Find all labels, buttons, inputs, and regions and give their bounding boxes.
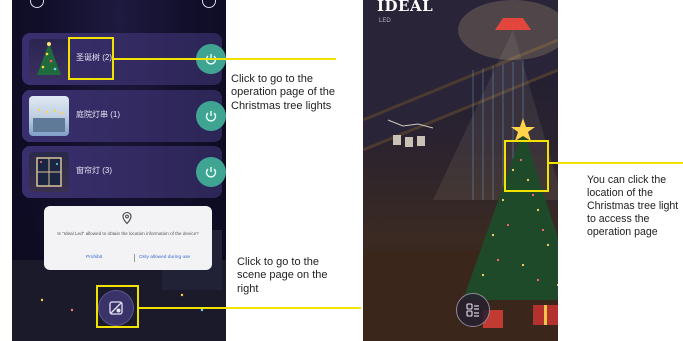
christmas-tree-thumbnail xyxy=(29,39,69,79)
callout-line-tree xyxy=(548,162,683,164)
callout-line-scene xyxy=(139,307,361,309)
menu-grid-icon xyxy=(466,303,479,317)
device-card-yard-lights[interactable]: 庭院灯串 (1) xyxy=(22,90,226,142)
brand-subtitle: LED xyxy=(379,18,391,24)
brand-title: IDEAL xyxy=(377,0,434,15)
allow-during-use-button[interactable]: Only allowed during use xyxy=(139,255,190,260)
yard-lights-thumbnail xyxy=(29,96,69,136)
status-icon-left xyxy=(30,0,44,8)
highlight-scene-button xyxy=(96,285,139,328)
annotation-card-note: Click to go to the operation page of the… xyxy=(231,73,335,112)
power-icon xyxy=(205,111,217,122)
prohibit-button[interactable]: Prohibit xyxy=(86,255,102,260)
highlight-device-card xyxy=(68,37,114,80)
device-card-curtain-lights[interactable]: 窗帘灯 (3) xyxy=(22,146,226,198)
device-label: 庭院灯串 (1) xyxy=(76,110,120,119)
annotation-scene-note: Click to go to the scene page on the rig… xyxy=(237,256,328,295)
power-toggle-button[interactable] xyxy=(196,101,226,131)
device-label: 窗帘灯 (3) xyxy=(76,166,112,175)
dialog-message: Is "Ideal Led" allowed to obtain the loc… xyxy=(57,231,199,236)
status-icon-right xyxy=(202,0,216,8)
location-permission-dialog: Is "Ideal Led" allowed to obtain the loc… xyxy=(44,206,212,270)
curtain-lights-thumbnail xyxy=(29,152,69,192)
dialog-button-divider xyxy=(134,254,135,262)
annotation-tree-note: You can click the location of the Christ… xyxy=(587,174,679,238)
power-icon xyxy=(205,167,217,178)
menu-button[interactable] xyxy=(456,293,490,327)
right-phone-screen: IDEAL LED xyxy=(363,0,558,341)
callout-line-card xyxy=(114,58,336,60)
power-toggle-button[interactable] xyxy=(196,157,226,187)
highlight-tree-location[interactable] xyxy=(504,140,549,192)
location-pin-icon xyxy=(122,211,132,225)
